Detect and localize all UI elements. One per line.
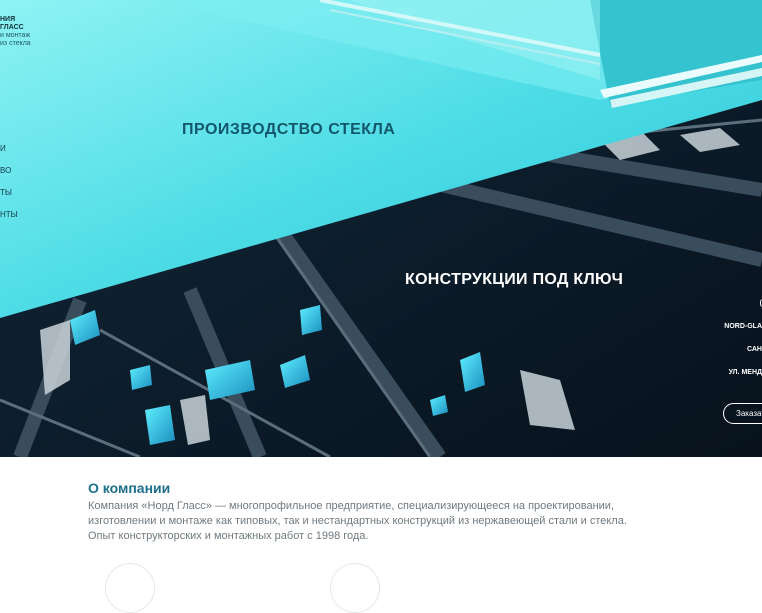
slide-title-turnkey: КОНСТРУКЦИИ ПОД КЛЮЧ (405, 271, 624, 288)
order-button[interactable]: Заказат (723, 403, 762, 424)
nav-item-2[interactable]: ВО (0, 166, 18, 188)
contacts-panel: ( NORD-GLA САН УЛ. МЕНД (724, 300, 762, 392)
contact-city: САН (747, 346, 762, 353)
nav-item-1[interactable]: И (0, 144, 18, 166)
decor-circle (105, 563, 155, 613)
nav-item-3[interactable]: ТЫ (0, 188, 18, 210)
slide-title-glass-production: ПРОИЗВОДСТВО СТЕКЛА (182, 121, 396, 138)
logo-tagline: и монтаж из стекла (0, 32, 31, 47)
nav-item-4[interactable]: НТЫ (0, 210, 18, 232)
about-text: Компания «Норд Гласс» — многопрофильное … (88, 500, 627, 542)
decor-circle (330, 563, 380, 613)
about-section: О компании Компания «Норд Гласс» — много… (0, 457, 762, 613)
contact-phone[interactable]: ( (724, 300, 762, 323)
hero-background (0, 0, 762, 457)
main-nav: И ВО ТЫ НТЫ (0, 144, 18, 232)
hero-slider: НИЯ ГЛАСС и монтаж из стекла И ВО ТЫ НТЫ… (0, 0, 762, 457)
about-title: О компании (88, 480, 171, 496)
company-logo[interactable]: НИЯ ГЛАСС и монтаж из стекла (0, 16, 31, 48)
contact-address: УЛ. МЕНД (728, 369, 762, 376)
contact-email[interactable]: NORD-GLA (724, 323, 762, 346)
logo-name: НИЯ ГЛАСС (0, 16, 24, 31)
